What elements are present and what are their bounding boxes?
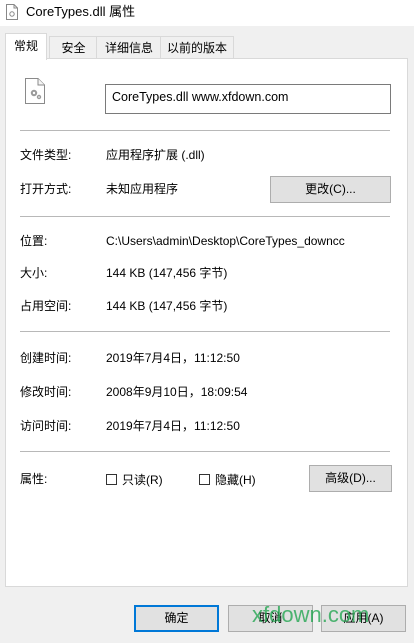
separator xyxy=(20,130,390,131)
size-on-disk-value: 144 KB (147,456 字节) xyxy=(106,299,228,313)
attributes-label: 属性: xyxy=(20,472,48,486)
window-title: CoreTypes.dll 属性 xyxy=(26,4,136,19)
modified-label: 修改时间: xyxy=(20,385,72,399)
accessed-value: 2019年7月4日，11:12:50 xyxy=(106,419,240,433)
separator xyxy=(20,216,390,217)
change-button[interactable]: 更改(C)... xyxy=(270,176,391,203)
opens-with-value: 未知应用程序 xyxy=(106,182,179,196)
ok-button[interactable]: 确定 xyxy=(134,605,219,632)
tab-security[interactable]: 安全 xyxy=(49,36,98,59)
file-type-label: 文件类型: xyxy=(20,148,72,162)
tab-general[interactable]: 常规 xyxy=(5,33,47,60)
created-label: 创建时间: xyxy=(20,351,72,365)
hidden-checkbox[interactable] xyxy=(199,474,210,485)
opens-with-label: 打开方式: xyxy=(20,182,72,196)
dll-file-icon xyxy=(6,4,18,20)
advanced-button[interactable]: 高级(D)... xyxy=(309,465,392,492)
readonly-label[interactable]: 只读(R) xyxy=(122,472,163,488)
accessed-label: 访问时间: xyxy=(20,419,72,433)
tab-previous-versions[interactable]: 以前的版本 xyxy=(160,36,234,59)
modified-value: 2008年9月10日，18:09:54 xyxy=(106,385,248,399)
hidden-label[interactable]: 隐藏(H) xyxy=(215,472,256,488)
location-value: C:\Users\admin\Desktop\CoreTypes_downcc xyxy=(106,234,345,248)
file-type-value: 应用程序扩展 (.dll) xyxy=(106,148,205,162)
size-label: 大小: xyxy=(20,266,48,280)
watermark-text: xfdown.com xyxy=(252,602,370,627)
location-label: 位置: xyxy=(20,234,48,248)
tab-details[interactable]: 详细信息 xyxy=(96,36,162,59)
created-value: 2019年7月4日，11:12:50 xyxy=(106,351,240,365)
readonly-checkbox[interactable] xyxy=(106,474,117,485)
separator xyxy=(20,331,390,332)
filename-field[interactable]: CoreTypes.dll www.xfdown.com xyxy=(105,84,391,114)
general-panel xyxy=(5,58,408,587)
size-value: 144 KB (147,456 字节) xyxy=(106,266,228,280)
dll-file-icon xyxy=(25,78,45,104)
separator xyxy=(20,451,390,452)
size-on-disk-label: 占用空间: xyxy=(20,299,72,313)
